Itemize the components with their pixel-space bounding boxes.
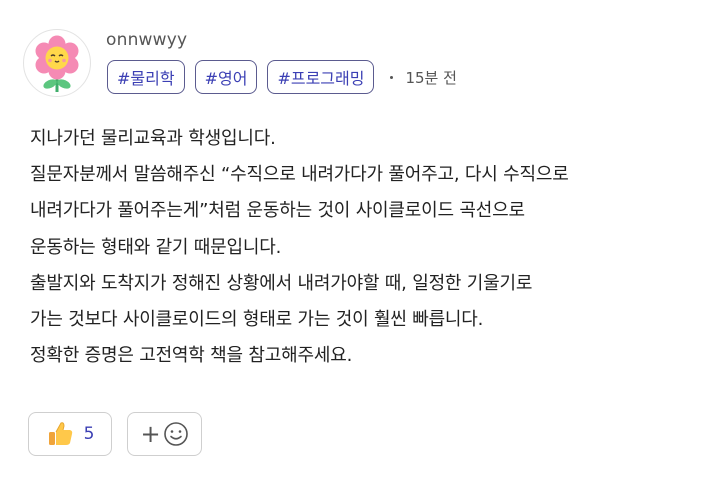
tag-english[interactable]: #영어	[194, 60, 258, 94]
like-count: 5	[83, 424, 95, 444]
thumbs-up-icon	[48, 422, 72, 445]
separator-dot	[390, 75, 394, 79]
answer-line: 정확한 증명은 고전역학 책을 참고해주세요.	[30, 345, 353, 367]
add-reaction-button[interactable]: +	[127, 412, 202, 456]
plus-icon: +	[140, 420, 161, 448]
meta-row: #물리학 #영어 #프로그래밍 15분 전	[107, 60, 457, 94]
answer-line: 지나가던 물리교육과 학생입니다.	[30, 128, 276, 149]
answer-line: 가는 것보다 사이클로이드의 형태로 가는 것이 훨씬 빠릅니다.	[30, 309, 484, 331]
username[interactable]: onnwwyy	[106, 30, 187, 50]
like-button[interactable]: 5	[28, 412, 112, 456]
answer-line: 질문자분께서 말씀해주신 “수직으로 내려가다가 풀어주고, 다시 수직으로	[30, 164, 569, 186]
answer-line: 출발지와 도착지가 정해진 상황에서 내려가야할 때, 일정한 기울기로	[30, 272, 533, 294]
posted-time: 15분 전	[405, 68, 457, 87]
answer-card: onnwwyy #물리학 #영어 #프로그래밍 15분 전 지나가던 물리교육과…	[0, 0, 706, 488]
tag-physics[interactable]: #물리학	[107, 60, 185, 94]
answer-line: 운동하는 형태와 같기 때문입니다.	[30, 236, 282, 258]
tag-programming[interactable]: #프로그래밍	[267, 60, 375, 94]
flower-avatar-icon	[35, 35, 79, 92]
answer-line: 내려가다가 풀어주는게”처럼 운동하는 것이 사이클로이드 곡선으로	[30, 200, 525, 222]
add-emoji-icon	[163, 422, 188, 446]
answer-body: 지나가던 물리교육과 학생입니다. 질문자분께서 말씀해주신 “수직으로 내려가…	[30, 121, 690, 374]
avatar[interactable]	[23, 29, 91, 97]
